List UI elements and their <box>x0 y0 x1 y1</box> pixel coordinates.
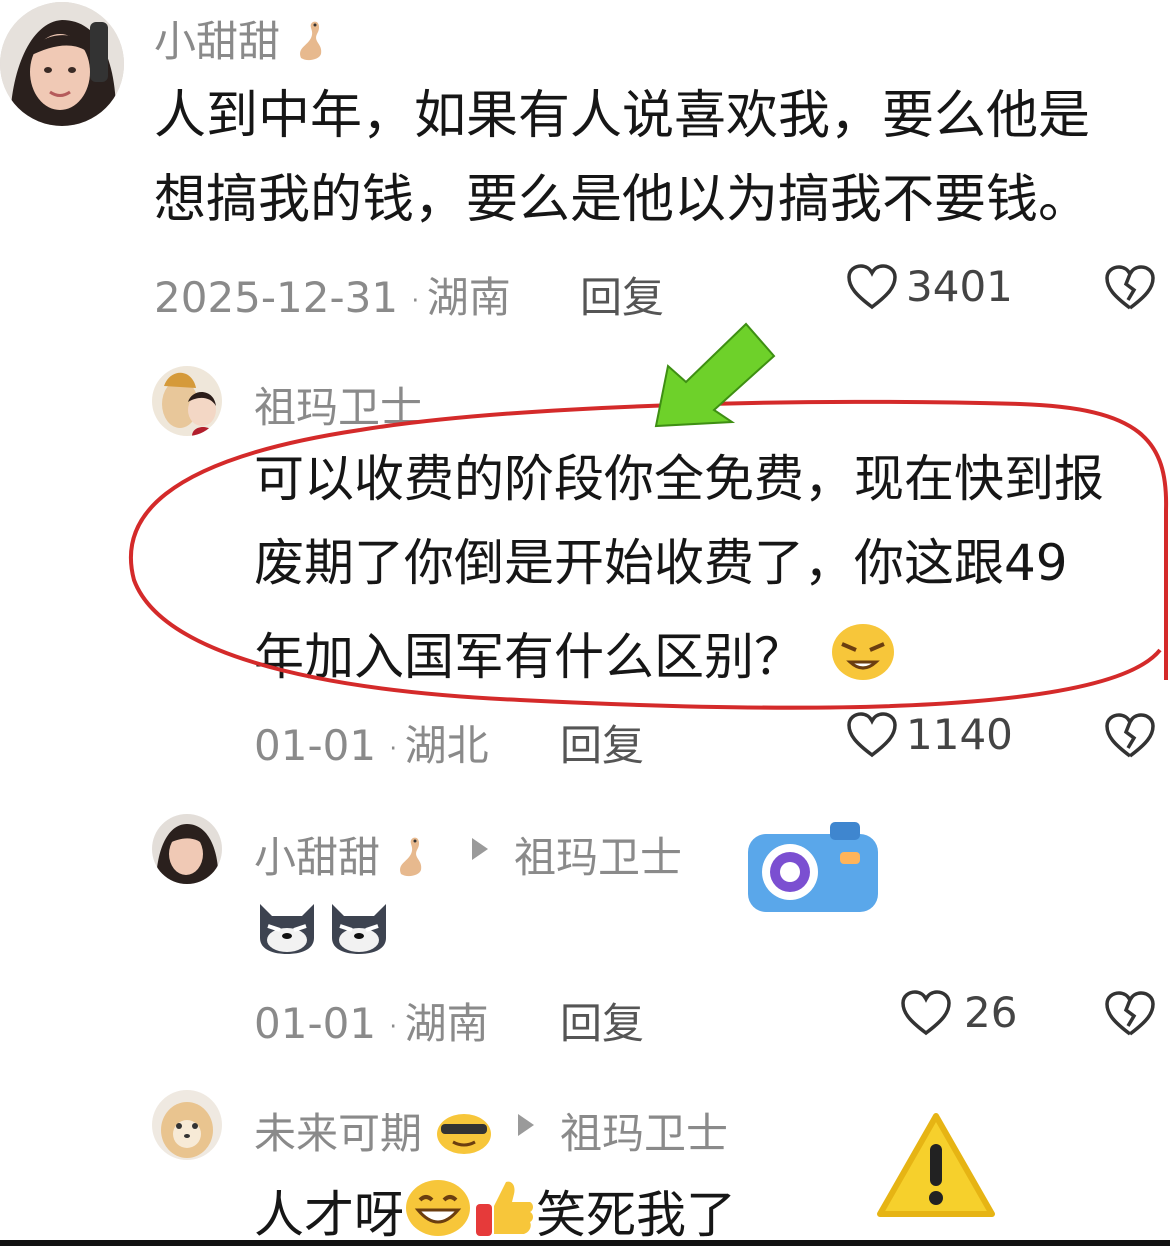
heart-icon <box>901 989 951 1035</box>
comment-date: 01-01 <box>254 999 377 1048</box>
play-triangle-icon <box>518 1114 534 1136</box>
reply-target-name[interactable]: 祖玛卫士 <box>514 824 682 885</box>
broken-heart-icon <box>1105 991 1155 1036</box>
play-triangle-icon <box>472 838 488 860</box>
avatar[interactable] <box>152 814 222 884</box>
username[interactable]: 小甜甜 <box>254 824 431 888</box>
heart-icon <box>847 711 897 757</box>
like-count: 3401 <box>906 262 1013 311</box>
shiba-emoji-icon <box>332 904 386 954</box>
comment-date: 2025-12-31 <box>154 273 399 322</box>
avatar[interactable] <box>0 2 124 126</box>
comment-text: 人到中年，如果有人说喜欢我，要么他是 想搞我的钱，要么是他以为搞我不要钱。 <box>154 86 1091 230</box>
comment-2: 祖玛卫士 可以收费的阶段你全免费，现在快到报 废期了你倒是开始收费了，你这跟49… <box>0 322 1170 790</box>
lizard-emoji-icon <box>393 834 431 888</box>
like-count: 26 <box>964 988 1018 1037</box>
like-button[interactable]: 1140 <box>846 710 1013 759</box>
like-count: 1140 <box>906 710 1013 759</box>
camera-sticker-icon <box>744 820 884 920</box>
reply-button[interactable]: 回复 <box>560 712 644 773</box>
reply-button[interactable]: 回复 <box>580 264 664 325</box>
comment-location: 湖南 <box>404 999 489 1048</box>
comment-date: 01-01 <box>254 721 377 770</box>
lizard-emoji-icon <box>293 18 331 72</box>
reply-button[interactable]: 回复 <box>560 990 644 1051</box>
username[interactable]: 未来可期 <box>254 1100 493 1164</box>
annotation-circle <box>128 399 1169 710</box>
warning-sticker-icon <box>876 1110 996 1224</box>
comment-meta: 01-01 · 湖北 <box>254 721 489 770</box>
comment-location: 湖北 <box>404 721 489 770</box>
thumbs-up-emoji-icon <box>472 1176 536 1246</box>
avatar[interactable] <box>152 1090 222 1160</box>
comment-meta: 2025-12-31 · 湖南 <box>154 273 511 322</box>
screen-bottom-border <box>0 1240 1170 1246</box>
comment-meta: 01-01 · 湖南 <box>254 999 489 1048</box>
cool-emoji-icon <box>435 1110 493 1164</box>
like-button[interactable]: 26 <box>900 988 1017 1037</box>
reply-target-name[interactable]: 祖玛卫士 <box>560 1100 728 1161</box>
dislike-button[interactable] <box>1104 990 1156 1042</box>
username[interactable]: 小甜甜 <box>154 8 331 72</box>
like-button[interactable]: 3401 <box>846 262 1013 311</box>
shiba-emoji-icon <box>260 904 314 954</box>
comment-1: 小甜甜 人到中年，如果有人说喜欢我，要么他是 想搞我的钱，要么是他以为搞我不要钱… <box>0 0 1170 330</box>
broken-heart-icon <box>1105 265 1155 310</box>
annotation-arrow <box>654 322 776 428</box>
dislike-button[interactable] <box>1104 712 1156 764</box>
heart-icon <box>847 263 897 309</box>
comment-text: 人才呀 笑死我了 <box>254 1176 736 1246</box>
grin-emoji-icon <box>404 1178 472 1246</box>
comment-stickers <box>254 894 392 956</box>
comment-4: 未来可期 祖玛卫士 人才呀 笑死我了 <box>0 1080 1170 1240</box>
dislike-button[interactable] <box>1104 264 1156 316</box>
comment-3: 小甜甜 祖玛卫士 01-01 · 湖南 回复 26 <box>0 800 1170 1070</box>
comment-location: 湖南 <box>426 273 511 322</box>
broken-heart-icon <box>1105 713 1155 758</box>
